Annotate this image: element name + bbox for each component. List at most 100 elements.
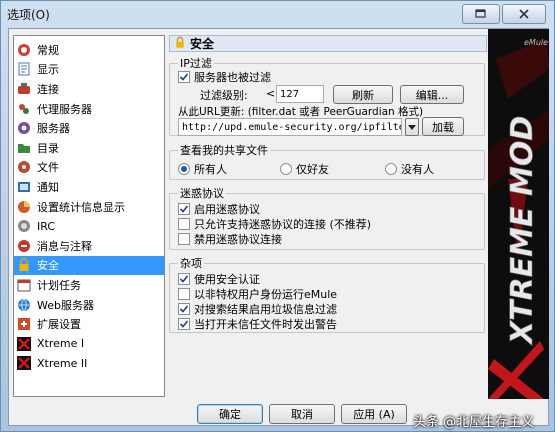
refresh-button[interactable]: 刷新 — [333, 85, 393, 104]
url-update-label: 从此URL更新: (filter.dat 或者 PeerGuardian 格式) — [178, 106, 424, 118]
secure-ident-option[interactable]: 使用安全认证 — [178, 271, 260, 287]
obfuscation-enable-checkbox[interactable] — [178, 203, 190, 215]
share-friends-radio[interactable] — [280, 163, 292, 175]
obfuscation-only-option[interactable]: 只允许支持迷惑协议的连接 (不推荐) — [178, 216, 371, 232]
spam-filter-label: 对搜索结果启用垃圾信息过滤 — [194, 303, 337, 316]
obfuscation-only-checkbox[interactable] — [178, 218, 190, 230]
dialog-client: 常规 显示 连接 代理服务器 服务器 目录 文件 通知 设置统计信息显示 IRC… — [8, 28, 549, 426]
close-button[interactable] — [502, 4, 546, 24]
shared-files-group-title: 查看我的共享文件 — [178, 144, 270, 157]
filter-level-input[interactable]: 127 — [276, 85, 324, 103]
nav-item-connection[interactable]: 连接 — [14, 79, 164, 99]
nav-item-messages[interactable]: 消息与注释 — [14, 236, 164, 256]
banner-text: XTREME MOD — [505, 116, 540, 346]
obfuscation-enable-label: 启用迷惑协议 — [194, 203, 260, 216]
webserver-icon — [17, 298, 31, 312]
nav-label: Xtreme II — [37, 356, 88, 370]
url-input[interactable]: http://upd.emule-security.org/ipfilter. — [178, 118, 402, 136]
obfuscation-disable-label: 禁用迷惑协议连接 — [194, 233, 282, 246]
nav-item-webserver[interactable]: Web服务器 — [14, 295, 164, 315]
watermark-text: 头条 @北屋生存主义 — [413, 415, 535, 430]
notify-icon — [17, 180, 31, 194]
nav-item-files[interactable]: 文件 — [14, 158, 164, 178]
load-button[interactable]: 加载 — [422, 117, 464, 136]
nav-item-proxy[interactable]: 代理服务器 — [14, 99, 164, 119]
nav-item-extended[interactable]: 扩展设置 — [14, 314, 164, 334]
statistics-icon — [17, 200, 31, 214]
nav-item-notify[interactable]: 通知 — [14, 177, 164, 197]
nav-label: 常规 — [37, 43, 59, 57]
nav-item-server[interactable]: 服务器 — [14, 118, 164, 138]
nav-label: 显示 — [37, 63, 59, 77]
nav-item-general[interactable]: 常规 — [14, 40, 164, 60]
proxy-icon — [17, 102, 31, 116]
nav-item-folder[interactable]: 目录 — [14, 138, 164, 158]
shared-files-group: 查看我的共享文件 所有人 仅好友 没有人 — [169, 144, 485, 180]
nav-label: 连接 — [37, 82, 59, 96]
share-nobody-label: 没有人 — [401, 163, 434, 176]
obfuscation-disable-checkbox[interactable] — [178, 233, 190, 245]
share-everyone-label: 所有人 — [194, 163, 227, 176]
secure-ident-checkbox[interactable] — [178, 273, 190, 285]
connection-icon — [17, 82, 31, 96]
title-bar[interactable]: 选项(O) — [1, 1, 554, 27]
nav-item-schedule[interactable]: 计划任务 — [14, 275, 164, 295]
nav-label: 代理服务器 — [37, 102, 92, 116]
nav-item-xtreme-1[interactable]: Xtreme I — [14, 334, 164, 354]
obfuscation-group-title: 迷惑协议 — [178, 187, 226, 200]
run-unprivileged-checkbox[interactable] — [178, 288, 190, 300]
nav-item-xtreme-2[interactable]: Xtreme II — [14, 354, 164, 374]
obfuscation-enable-option[interactable]: 启用迷惑协议 — [178, 201, 260, 217]
nav-label: 安全 — [37, 259, 59, 273]
share-friends-label: 仅好友 — [296, 163, 329, 176]
category-list[interactable]: 常规 显示 连接 代理服务器 服务器 目录 文件 通知 设置统计信息显示 IRC… — [13, 35, 165, 397]
filter-servers-option[interactable]: 服务器也被过滤 — [178, 69, 271, 85]
share-friends-option[interactable]: 仅好友 — [280, 161, 329, 177]
untrusted-warning-checkbox[interactable] — [178, 318, 190, 330]
spam-filter-checkbox[interactable] — [178, 303, 190, 315]
security-panel: 安全 IP过滤 服务器也被过滤 过滤级别: < 127 刷新 编辑... 从此U… — [169, 35, 487, 397]
apply-button[interactable]: 应用 (A) — [341, 404, 407, 424]
run-unprivileged-label: 以非特权用户身份运行eMule — [194, 288, 338, 301]
url-dropdown-button[interactable] — [405, 118, 419, 136]
general-icon — [17, 43, 31, 57]
ipfilter-group: IP过滤 服务器也被过滤 过滤级别: < 127 刷新 编辑... 从此URL更… — [169, 57, 485, 136]
nav-item-security[interactable]: 安全 — [14, 255, 164, 276]
restore-icon — [475, 9, 486, 18]
close-icon — [519, 9, 529, 19]
obfuscation-only-label: 只允许支持迷惑协议的连接 (不推荐) — [194, 218, 372, 231]
window-title: 选项(O) — [7, 8, 50, 22]
share-nobody-radio[interactable] — [385, 163, 397, 175]
share-nobody-option[interactable]: 没有人 — [385, 161, 434, 177]
nav-item-statistics[interactable]: 设置统计信息显示 — [14, 197, 164, 217]
filter-level-label: 过滤级别: — [200, 89, 248, 102]
filter-level-lt: < — [266, 87, 276, 100]
xtreme-icon — [17, 356, 31, 371]
untrusted-warning-option[interactable]: 当打开未信任文件时发出警告 — [178, 316, 337, 332]
display-icon — [17, 62, 31, 76]
share-everyone-option[interactable]: 所有人 — [178, 161, 227, 177]
minimize-button[interactable] — [462, 4, 500, 24]
nav-label: 文件 — [37, 161, 59, 175]
xtreme-mod-banner: eMule XTREME MOD — [488, 29, 549, 399]
nav-item-display[interactable]: 显示 — [14, 60, 164, 80]
server-icon — [17, 121, 31, 135]
folder-icon — [17, 141, 31, 155]
schedule-icon — [17, 278, 31, 292]
spam-filter-option[interactable]: 对搜索结果启用垃圾信息过滤 — [178, 301, 337, 317]
cancel-button[interactable]: 取消 — [269, 404, 335, 424]
banner-small-text: eMule — [524, 38, 548, 47]
panel-header: 安全 — [169, 35, 487, 52]
nav-label: 扩展设置 — [37, 318, 81, 332]
share-everyone-radio[interactable] — [178, 163, 190, 175]
nav-item-irc[interactable]: IRC — [14, 216, 164, 236]
ok-button[interactable]: 确定 — [197, 404, 263, 424]
obfuscation-disable-option[interactable]: 禁用迷惑协议连接 — [178, 231, 282, 247]
lock-icon — [17, 258, 31, 272]
filter-servers-checkbox[interactable] — [178, 71, 190, 83]
chevron-down-icon — [408, 124, 416, 130]
obfuscation-group: 迷惑协议 启用迷惑协议 只允许支持迷惑协议的连接 (不推荐) 禁用迷惑协议连接 — [169, 187, 485, 250]
run-unprivileged-option[interactable]: 以非特权用户身份运行eMule — [178, 286, 337, 302]
panel-title: 安全 — [190, 37, 215, 51]
edit-button[interactable]: 编辑... — [400, 85, 464, 104]
